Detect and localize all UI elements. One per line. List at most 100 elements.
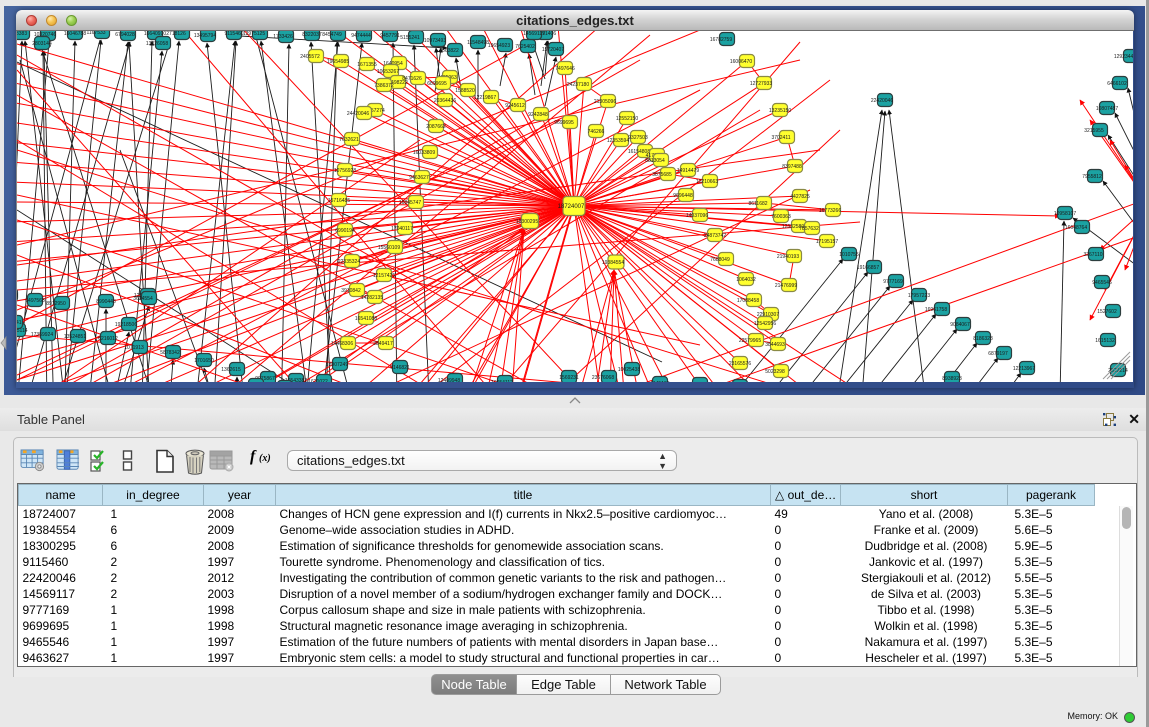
svg-text:24237180: 24237180	[567, 82, 589, 88]
svg-text:12975125: 12975125	[243, 31, 265, 37]
svg-text:9463627: 9463627	[409, 175, 429, 181]
svg-text:2718126: 2718126	[166, 31, 186, 37]
svg-text:12552150: 12552150	[616, 116, 638, 122]
svg-text:13235150: 13235150	[769, 108, 791, 114]
svg-text:12157425: 12157425	[373, 273, 395, 279]
svg-text:6794028: 6794028	[115, 32, 135, 38]
svg-text:9245612: 9245612	[505, 103, 525, 109]
svg-text:17957223: 17957223	[908, 293, 930, 299]
svg-text:17359924: 17359924	[31, 332, 53, 338]
svg-text:1071913: 1071913	[124, 345, 144, 351]
svg-text:14282135: 14282135	[361, 295, 383, 301]
svg-text:17088458: 17088458	[737, 298, 759, 304]
svg-text:12219867: 12219867	[474, 95, 496, 101]
svg-text:9457791: 9457791	[380, 33, 400, 39]
svg-text:1733426: 1733426	[273, 34, 293, 40]
svg-text:14468306: 14468306	[331, 341, 353, 347]
svg-text:7625402: 7625402	[515, 44, 535, 50]
svg-text:7688049: 7688049	[710, 257, 730, 263]
svg-text:9327503: 9327503	[628, 135, 648, 141]
svg-text:22579965: 22579965	[739, 338, 761, 344]
svg-text:18907249: 18907249	[326, 362, 348, 368]
svg-text:8611682: 8611682	[748, 201, 767, 207]
svg-text:3267110: 3267110	[1083, 252, 1102, 258]
svg-text:16773266: 16773266	[819, 208, 841, 214]
svg-text:7600363: 7600363	[771, 214, 791, 220]
svg-text:14569117: 14569117	[523, 31, 545, 37]
svg-text:16033809: 16033809	[413, 150, 435, 156]
svg-text:9146821: 9146821	[390, 365, 410, 371]
svg-text:11548498: 11548498	[467, 40, 489, 46]
svg-text:21940193: 21940193	[777, 254, 799, 260]
svg-text:9777169: 9777169	[883, 279, 903, 285]
svg-text:23165576: 23165576	[729, 361, 751, 367]
svg-text:1132541: 1132541	[17, 320, 22, 326]
svg-text:8990448: 8990448	[96, 299, 116, 305]
svg-text:10653267: 10653267	[377, 69, 399, 75]
svg-text:2087662: 2087662	[426, 124, 446, 130]
svg-text:14914479: 14914479	[677, 168, 699, 174]
svg-text:1527602: 1527602	[1097, 309, 1117, 315]
svg-text:8938923: 8938923	[942, 376, 962, 382]
svg-text:21476999: 21476999	[775, 283, 797, 289]
svg-text:13226058: 13226058	[146, 41, 168, 47]
svg-text:21305096: 21305096	[594, 99, 616, 105]
svg-text:20364436: 20364436	[434, 98, 456, 104]
svg-text:19166857: 19166857	[857, 265, 879, 271]
svg-text:3844693: 3844693	[765, 342, 785, 348]
svg-text:16648764: 16648764	[1065, 225, 1087, 231]
svg-text:3215955: 3215955	[1084, 128, 1104, 134]
svg-text:19654923: 19654923	[488, 43, 510, 49]
svg-text:3875685: 3875685	[652, 172, 672, 178]
svg-text:3910842: 3910842	[341, 288, 361, 294]
svg-text:16961758: 16961758	[925, 307, 947, 313]
svg-text:1671355: 1671355	[357, 62, 377, 68]
svg-text:9242848: 9242848	[528, 112, 548, 118]
svg-text:16782759: 16782759	[710, 37, 732, 43]
svg-text:16046788: 16046788	[64, 31, 86, 37]
svg-text:22335324: 22335324	[338, 259, 360, 265]
svg-text:13495794: 13495794	[194, 33, 216, 39]
svg-text:15560109: 15560109	[378, 245, 400, 251]
svg-text:12213967: 12213967	[1013, 366, 1035, 372]
svg-text:1167533: 1167533	[86, 31, 105, 36]
svg-text:7632621: 7632621	[339, 137, 359, 143]
svg-text:19218506: 19218506	[115, 322, 137, 328]
svg-text:4427825: 4427825	[790, 194, 810, 200]
svg-text:12727933: 12727933	[750, 81, 772, 87]
svg-text:16541088: 16541088	[355, 316, 377, 322]
svg-text:19654985: 19654985	[327, 59, 349, 65]
svg-text:15716485: 15716485	[328, 198, 350, 204]
svg-text:5023298: 5023298	[765, 369, 785, 375]
svg-text:6497568: 6497568	[25, 298, 45, 304]
svg-text:18724007: 18724007	[558, 204, 585, 210]
svg-text:3849417: 3849417	[373, 341, 393, 347]
svg-text:6879197: 6879197	[988, 351, 1008, 357]
svg-text:1621022: 1621022	[308, 379, 328, 382]
svg-text:1569231: 1569231	[559, 375, 579, 381]
svg-text:13524851: 13524851	[64, 334, 86, 340]
svg-text:1588520: 1588520	[455, 88, 475, 94]
svg-text:10025438: 10025438	[618, 367, 640, 373]
svg-text:6990194: 6990194	[335, 228, 355, 234]
svg-text:24873742: 24873742	[704, 233, 726, 239]
svg-text:8322037: 8322037	[302, 32, 322, 38]
svg-text:8186328: 8186328	[973, 336, 993, 342]
svg-text:2803144: 2803144	[32, 41, 52, 47]
svg-text:8471626: 8471626	[402, 76, 422, 82]
svg-text:10688609: 10688609	[17, 293, 18, 299]
svg-text:6216012: 6216012	[98, 336, 118, 342]
svg-text:2405572: 2405572	[300, 54, 320, 60]
svg-text:9696448: 9696448	[673, 193, 693, 199]
svg-text:1064032: 1064032	[736, 277, 756, 283]
svg-text:10756928: 10756928	[334, 168, 356, 174]
svg-text:17195157: 17195157	[816, 239, 838, 245]
svg-text:16845747: 16845747	[399, 200, 421, 206]
svg-text:9465546: 9465546	[1092, 280, 1112, 286]
svg-text:3702411: 3702411	[771, 135, 790, 141]
svg-text:12409948: 12409948	[438, 378, 460, 382]
svg-text:12213383: 12213383	[17, 31, 27, 37]
svg-text:7955812: 7955812	[1082, 174, 1102, 180]
svg-text:746266: 746266	[588, 129, 605, 135]
svg-text:5878342: 5878342	[160, 350, 180, 356]
